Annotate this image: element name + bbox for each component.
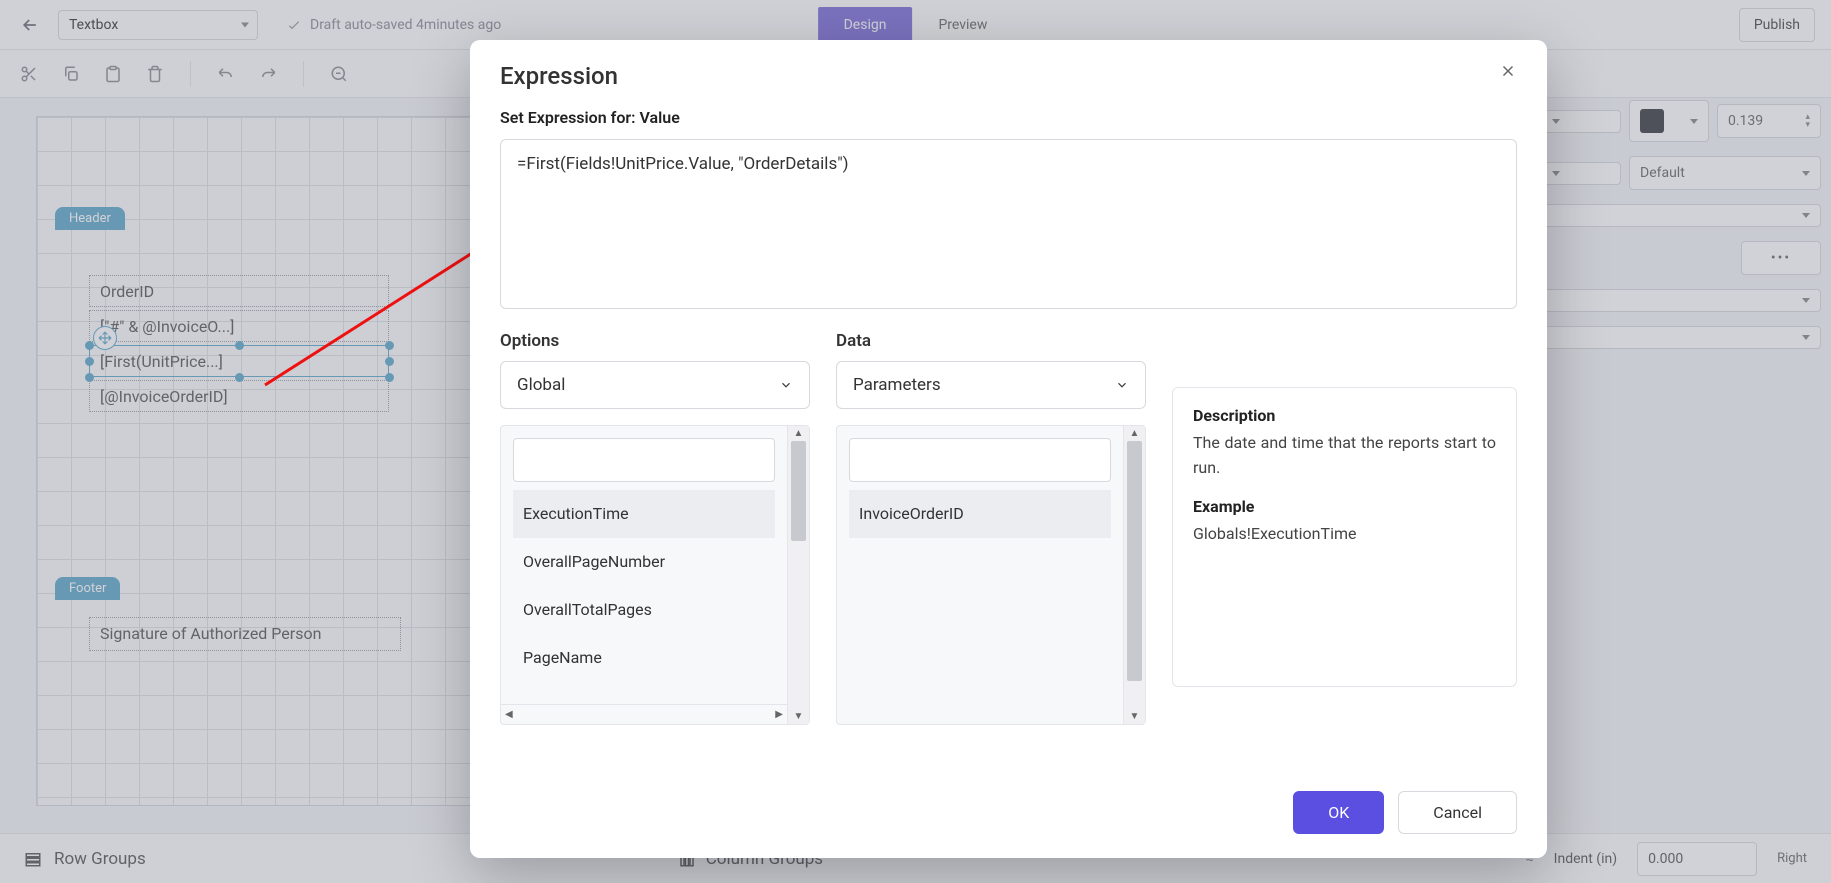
example-text: Globals!ExecutionTime: [1193, 522, 1496, 547]
options-panel: Options Global ExecutionTime OverallPage…: [500, 331, 810, 757]
options-select[interactable]: Global: [500, 361, 810, 409]
data-item[interactable]: InvoiceOrderID: [849, 490, 1111, 538]
options-item[interactable]: OverallPageNumber: [513, 538, 775, 586]
modal-body: Set Expression for: Value Options Global…: [470, 98, 1547, 777]
modal-footer: OK Cancel: [470, 777, 1547, 858]
set-expression-label: Set Expression for: Value: [500, 108, 1517, 127]
data-selected: Parameters: [853, 375, 941, 395]
modal-header: Expression: [470, 40, 1547, 98]
options-selected: Global: [517, 375, 565, 395]
options-listbox: ExecutionTime OverallPageNumber OverallT…: [500, 425, 810, 725]
ok-button[interactable]: OK: [1293, 791, 1384, 834]
description-text: The date and time that the reports start…: [1193, 431, 1496, 481]
expression-textarea[interactable]: [500, 139, 1517, 309]
cancel-button[interactable]: Cancel: [1398, 791, 1517, 834]
options-hscrollbar[interactable]: ◀▶: [501, 704, 787, 724]
data-search-input[interactable]: [849, 438, 1111, 482]
modal-title: Expression: [500, 62, 618, 90]
data-label: Data: [836, 331, 1146, 351]
data-select[interactable]: Parameters: [836, 361, 1146, 409]
close-button[interactable]: [1499, 62, 1517, 84]
example-heading: Example: [1193, 497, 1496, 516]
options-item[interactable]: OverallTotalPages: [513, 586, 775, 634]
description-heading: Description: [1193, 406, 1496, 425]
description-panel: Description The date and time that the r…: [1172, 387, 1517, 687]
panels: Options Global ExecutionTime OverallPage…: [500, 331, 1517, 757]
options-item[interactable]: ExecutionTime: [513, 490, 775, 538]
options-label: Options: [500, 331, 810, 351]
data-listbox: InvoiceOrderID ▲ ▼: [836, 425, 1146, 725]
chevron-down-icon: [1115, 378, 1129, 392]
data-scrollbar[interactable]: ▲ ▼: [1123, 426, 1145, 724]
data-list: InvoiceOrderID: [849, 490, 1111, 700]
options-item[interactable]: PageName: [513, 634, 775, 682]
options-list: ExecutionTime OverallPageNumber OverallT…: [513, 490, 775, 700]
options-scrollbar[interactable]: ▲ ▼: [787, 426, 809, 724]
chevron-down-icon: [779, 378, 793, 392]
expression-modal: Expression Set Expression for: Value Opt…: [470, 40, 1547, 858]
options-search-input[interactable]: [513, 438, 775, 482]
data-panel: Data Parameters InvoiceOrderID ▲: [836, 331, 1146, 757]
